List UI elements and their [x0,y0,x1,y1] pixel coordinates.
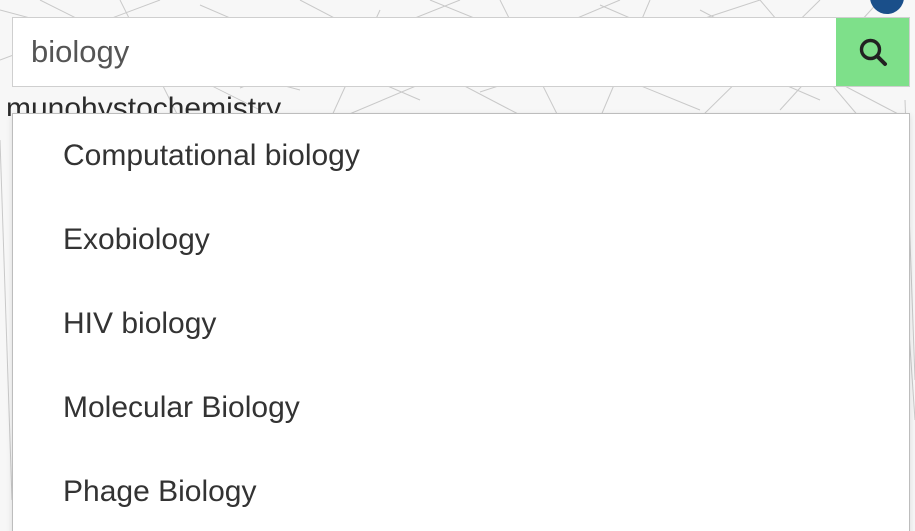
suggestion-item-molecular-biology[interactable]: Molecular Biology [13,366,909,450]
search-bar [12,17,910,87]
suggestions-dropdown: Computational biology Exobiology HIV bio… [12,113,910,531]
suggestion-item-phage-biology[interactable]: Phage Biology [13,450,909,531]
search-button[interactable] [836,18,909,86]
suggestion-item-hiv-biology[interactable]: HIV biology [13,282,909,366]
search-icon [859,38,887,66]
suggestion-item-computational-biology[interactable]: Computational biology [13,114,909,198]
search-input[interactable] [13,18,836,86]
suggestion-item-exobiology[interactable]: Exobiology [13,198,909,282]
page: munohystochemistry Computational biology… [0,0,915,531]
